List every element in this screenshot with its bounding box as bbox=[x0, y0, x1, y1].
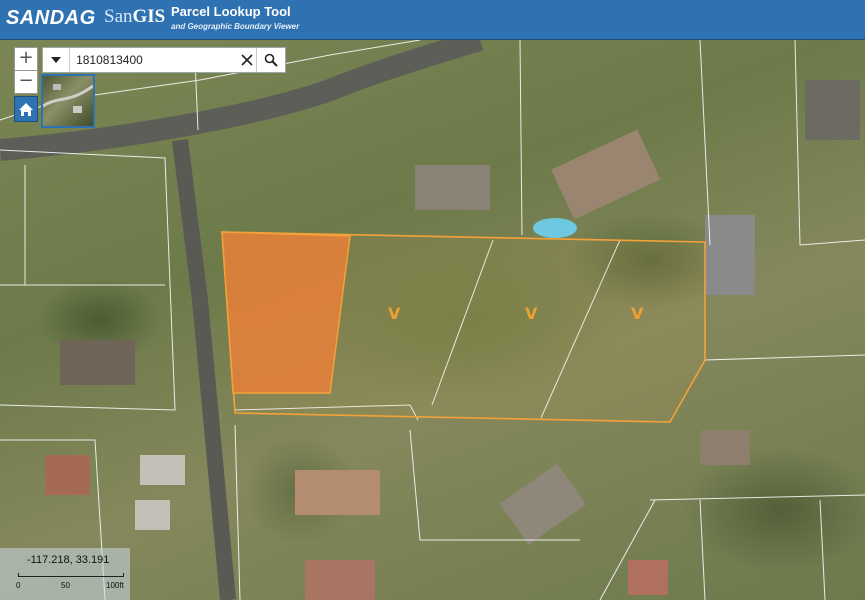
parcel-label: V bbox=[388, 304, 401, 323]
house-roof bbox=[135, 500, 170, 530]
house-roof bbox=[140, 455, 185, 485]
house-roof bbox=[45, 455, 90, 495]
app-subtitle: and Geographic Boundary Viewer bbox=[171, 22, 300, 31]
app-header: SANDAG SanGIS Parcel Lookup Tool and Geo… bbox=[0, 0, 865, 40]
house-roof bbox=[700, 430, 750, 465]
house-roof bbox=[60, 340, 135, 385]
scale-label: 0 bbox=[16, 581, 21, 590]
home-icon bbox=[19, 103, 33, 116]
home-button[interactable] bbox=[14, 96, 38, 122]
parcel-search-input[interactable] bbox=[70, 48, 238, 72]
road-side bbox=[172, 139, 236, 600]
house-roof bbox=[705, 215, 755, 295]
house-roof bbox=[551, 129, 661, 220]
coordinate-readout: -117.218, 33.191 bbox=[27, 554, 110, 566]
parcel-label: V bbox=[525, 304, 538, 323]
app-title: Parcel Lookup Tool bbox=[171, 4, 291, 19]
caret-down-icon bbox=[51, 57, 62, 63]
parcel-label: V bbox=[631, 304, 644, 323]
sangis-logo[interactable]: SanGIS bbox=[104, 6, 165, 28]
zoom-in-button[interactable]: + bbox=[14, 47, 38, 71]
house-roof bbox=[628, 560, 668, 595]
search-icon bbox=[264, 53, 278, 67]
basemap-toggle[interactable] bbox=[41, 74, 95, 128]
map-overlay bbox=[0, 40, 865, 600]
search-button[interactable] bbox=[256, 48, 285, 72]
clear-search-button[interactable] bbox=[237, 48, 256, 72]
pool bbox=[533, 218, 577, 238]
house-roof bbox=[295, 470, 380, 515]
house-roof bbox=[305, 560, 375, 600]
selected-parcel bbox=[221, 231, 351, 394]
house-roof bbox=[805, 80, 860, 140]
house-roof bbox=[415, 165, 490, 210]
house-roof bbox=[499, 463, 586, 545]
zoom-out-button[interactable]: − bbox=[14, 70, 38, 94]
scale-bar bbox=[18, 573, 124, 577]
parcel-search-box bbox=[42, 47, 286, 73]
scale-label: 50 bbox=[61, 581, 70, 590]
sandag-logo[interactable]: SANDAG bbox=[6, 7, 96, 30]
aerial-thumbnail-icon bbox=[43, 84, 93, 113]
search-type-dropdown[interactable] bbox=[43, 48, 71, 72]
scale-label: 100ft bbox=[106, 581, 124, 590]
map-view[interactable]: V V V bbox=[0, 40, 865, 600]
close-icon bbox=[241, 54, 253, 66]
